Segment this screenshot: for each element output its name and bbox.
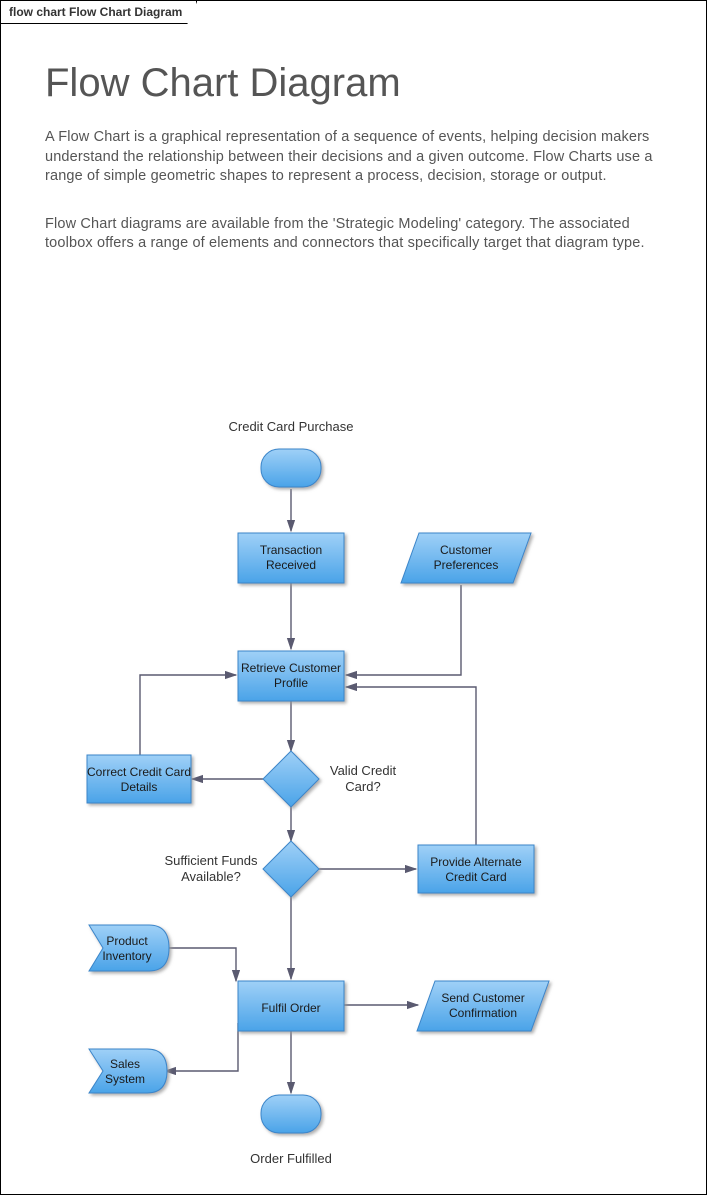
svg-text:Customer: Customer — [440, 543, 492, 557]
sales-system-node: Sales System — [89, 1049, 167, 1093]
sufficient-funds-label: Sufficient Funds — [165, 853, 258, 868]
transaction-received-node: Transaction Received — [238, 533, 344, 583]
page-frame: flow chart Flow Chart Diagram Flow Chart… — [0, 0, 707, 1195]
flowchart-diagram: Credit Card Purchase Transaction Receive… — [1, 401, 707, 1181]
svg-text:Profile: Profile — [274, 676, 308, 690]
page-title: Flow Chart Diagram — [45, 61, 662, 106]
end-label: Order Fulfilled — [250, 1151, 332, 1166]
svg-text:Correct Credit Card: Correct Credit Card — [87, 765, 191, 779]
paragraph-2: Flow Chart diagrams are available from t… — [45, 215, 662, 254]
svg-text:Credit Card: Credit Card — [445, 870, 506, 884]
svg-text:Retrieve Customer: Retrieve Customer — [241, 661, 341, 675]
retrieve-profile-node: Retrieve Customer Profile — [238, 651, 344, 701]
sufficient-funds-label2: Available? — [181, 869, 241, 884]
content-area: Flow Chart Diagram A Flow Chart is a gra… — [1, 1, 706, 254]
svg-text:Product: Product — [106, 934, 148, 948]
svg-text:Details: Details — [121, 780, 158, 794]
tab-label: flow chart Flow Chart Diagram — [1, 1, 197, 24]
send-confirmation-node: Send Customer Confirmation — [417, 981, 549, 1031]
svg-text:Received: Received — [266, 558, 316, 572]
svg-text:Fulfil Order: Fulfil Order — [261, 1001, 320, 1015]
sufficient-funds-decision — [263, 841, 319, 897]
paragraph-1: A Flow Chart is a graphical representati… — [45, 128, 662, 187]
start-node — [261, 449, 321, 487]
valid-card-decision — [263, 751, 319, 807]
valid-card-label: Valid Credit — [330, 763, 397, 778]
fulfil-order-node: Fulfil Order — [238, 981, 344, 1031]
svg-text:Confirmation: Confirmation — [449, 1006, 517, 1020]
end-node — [261, 1095, 321, 1133]
svg-text:System: System — [105, 1072, 145, 1086]
start-label: Credit Card Purchase — [229, 419, 354, 434]
provide-alternate-node: Provide Alternate Credit Card — [418, 845, 534, 893]
svg-text:Transaction: Transaction — [260, 543, 322, 557]
valid-card-label2: Card? — [345, 779, 380, 794]
product-inventory-node: Product Inventory — [89, 925, 169, 971]
correct-details-node: Correct Credit Card Details — [87, 755, 191, 803]
svg-text:Sales: Sales — [110, 1057, 140, 1071]
svg-text:Inventory: Inventory — [102, 949, 151, 963]
customer-preferences-node: Customer Preferences — [401, 533, 531, 583]
svg-text:Preferences: Preferences — [434, 558, 499, 572]
svg-text:Send Customer: Send Customer — [441, 991, 524, 1005]
svg-text:Provide Alternate: Provide Alternate — [430, 855, 522, 869]
